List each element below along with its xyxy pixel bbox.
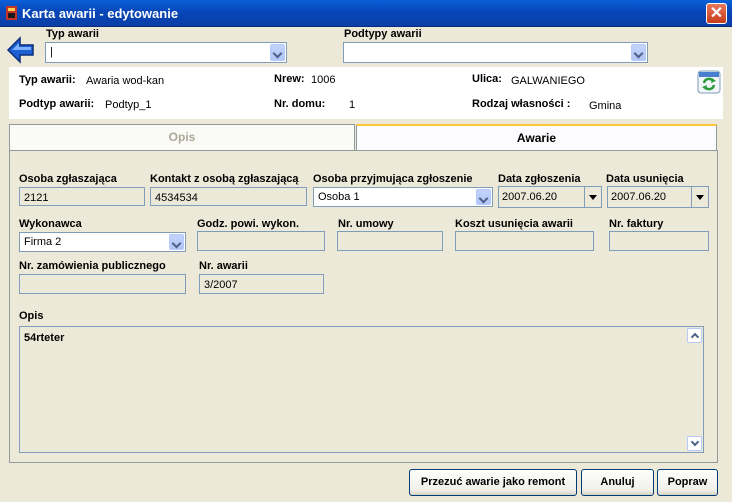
wykonawca-label: Wykonawca bbox=[19, 218, 82, 230]
chevron-down-icon[interactable] bbox=[270, 44, 285, 61]
nr-awarii-field[interactable]: 3/2007 bbox=[199, 274, 324, 294]
wykonawca-select[interactable]: Firma 2 bbox=[19, 232, 186, 252]
info-nrdomu-label: Nr. domu: bbox=[274, 98, 326, 110]
data-zgloszenia-label: Data zgłoszenia bbox=[498, 173, 581, 185]
osoba-zglaszajaca-field[interactable]: 2121 bbox=[19, 187, 145, 206]
kontakt-field[interactable]: 4534534 bbox=[150, 187, 307, 206]
przeksztalc-button[interactable]: Przezuć awarie jako remont bbox=[409, 469, 577, 496]
data-usuniecia-picker[interactable]: 2007.06.20 bbox=[607, 186, 709, 208]
podtypy-awarii-label: Podtypy awarii bbox=[344, 28, 422, 40]
opis-textarea[interactable]: 54rteter bbox=[19, 326, 704, 453]
scroll-down-icon[interactable] bbox=[687, 436, 702, 451]
data-usuniecia-value: 2007.06.20 bbox=[611, 191, 667, 203]
nr-umowy-label: Nr. umowy bbox=[338, 218, 394, 230]
dropdown-arrow-icon[interactable] bbox=[584, 187, 601, 207]
osoba-przyjmujaca-label: Osoba przyjmująca zgłoszenie bbox=[313, 173, 473, 185]
popraw-button[interactable]: Popraw bbox=[657, 469, 718, 496]
godz-powi-field[interactable] bbox=[197, 231, 325, 251]
nr-zamowienia-label: Nr. zamówienia publicznego bbox=[19, 260, 166, 272]
chevron-down-icon[interactable] bbox=[169, 234, 184, 250]
data-zgloszenia-picker[interactable]: 2007.06.20 bbox=[498, 186, 602, 208]
info-rodzaj-label: Rodzaj własności : bbox=[472, 98, 571, 110]
nr-awarii-label: Nr. awarii bbox=[199, 260, 248, 272]
info-ulica-label: Ulica: bbox=[472, 73, 502, 85]
info-nrew-label: Nrew: bbox=[274, 73, 305, 85]
godz-powi-label: Godz. powi. wykon. bbox=[197, 218, 300, 230]
tab-awarie[interactable]: Awarie bbox=[356, 124, 717, 150]
osoba-przyjmujaca-value: Osoba 1 bbox=[318, 191, 360, 203]
nr-faktury-field[interactable] bbox=[609, 231, 709, 251]
typ-awarii-select-value: | bbox=[50, 46, 53, 58]
typ-awarii-label: Typ awarii bbox=[46, 28, 99, 40]
window-title: Karta awarii - edytowanie bbox=[22, 6, 179, 21]
opis-scrollbar[interactable] bbox=[687, 328, 702, 451]
info-podtyp-label: Podtyp awarii: bbox=[19, 98, 95, 110]
opis-label: Opis bbox=[19, 310, 44, 322]
app-icon bbox=[6, 6, 17, 20]
nr-awarii-value: 3/2007 bbox=[204, 279, 238, 291]
nr-umowy-field[interactable] bbox=[337, 231, 443, 251]
close-icon[interactable]: ✕ bbox=[706, 3, 727, 24]
info-nrdomu-value: 1 bbox=[349, 99, 356, 111]
data-usuniecia-label: Data usunięcia bbox=[606, 173, 684, 185]
info-nrew-value: 1006 bbox=[311, 74, 336, 86]
chevron-down-icon[interactable] bbox=[631, 44, 646, 61]
osoba-zglaszajaca-label: Osoba zgłaszająca bbox=[19, 173, 117, 185]
info-typ-value: Awaria wod-kan bbox=[86, 75, 165, 87]
chevron-down-icon[interactable] bbox=[476, 189, 491, 205]
scroll-up-icon[interactable] bbox=[687, 328, 702, 343]
dropdown-arrow-icon[interactable] bbox=[691, 187, 708, 207]
osoba-przyjmujaca-select[interactable]: Osoba 1 bbox=[313, 187, 493, 207]
info-ulica-value: GALWANIEGO bbox=[511, 75, 585, 87]
kontakt-value: 4534534 bbox=[155, 192, 198, 204]
info-podtyp-value: Podtyp_1 bbox=[105, 99, 152, 111]
info-rodzaj-value: Gmina bbox=[589, 100, 622, 112]
anuluj-button[interactable]: Anuluj bbox=[581, 469, 654, 496]
podtypy-awarii-select[interactable] bbox=[343, 42, 648, 63]
koszt-label: Koszt usunięcia awarii bbox=[455, 218, 573, 230]
info-typ-label: Typ awarii: bbox=[19, 74, 76, 86]
nr-faktury-label: Nr. faktury bbox=[609, 218, 664, 230]
back-arrow-icon[interactable] bbox=[6, 35, 36, 65]
data-zgloszenia-value: 2007.06.20 bbox=[502, 191, 558, 203]
osoba-zglaszajaca-value: 2121 bbox=[24, 192, 49, 204]
nr-zamowienia-field[interactable] bbox=[19, 274, 186, 294]
refresh-icon[interactable] bbox=[697, 70, 721, 94]
opis-value: 54rteter bbox=[24, 332, 65, 344]
typ-awarii-select[interactable]: | bbox=[45, 42, 287, 63]
tab-opis[interactable]: Opis bbox=[9, 124, 355, 150]
kontakt-label: Kontakt z osobą zgłaszającą bbox=[150, 173, 299, 185]
wykonawca-value: Firma 2 bbox=[24, 236, 62, 248]
koszt-field[interactable] bbox=[455, 231, 594, 251]
